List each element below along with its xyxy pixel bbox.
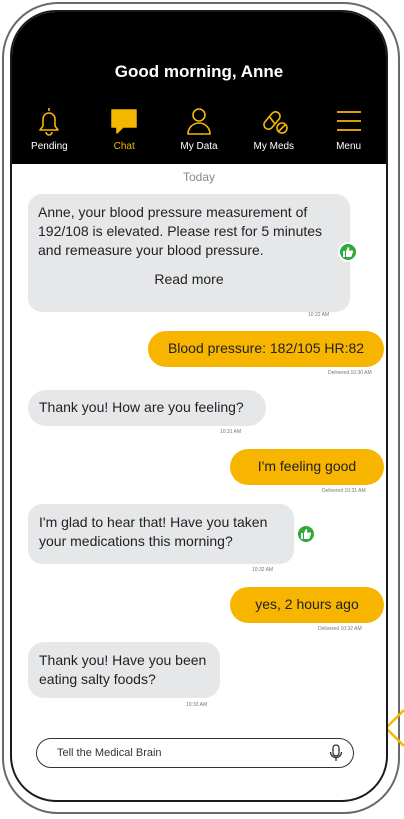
nav-label-chat: Chat [113, 141, 135, 152]
chat-area[interactable]: Today Anne, your blood pressure measurem… [12, 164, 386, 724]
message-text: I'm feeling good [257, 458, 357, 474]
message-text: yes, 2 hours ago [255, 596, 359, 612]
message-timestamp: 10:22 AM [308, 312, 330, 318]
user-message: Blood pressure: 182/105 HR:82 [148, 331, 384, 367]
read-more-link[interactable]: Read more [38, 270, 340, 289]
greeting-title: Good morning, Anne [114, 62, 284, 81]
bot-message: Thank you! How are you feeling? [28, 390, 266, 426]
message-timestamp: 10:33 AM [186, 702, 208, 708]
nav-item-chat[interactable]: Chat [87, 104, 162, 162]
nav-item-pending[interactable]: Pending [12, 104, 87, 162]
menu-icon [336, 111, 361, 131]
user-message: I'm feeling good [230, 449, 384, 485]
nav-label-my-meds: My Meds [253, 141, 295, 152]
message-text: Thank you! How are you feeling? [39, 399, 244, 415]
app-header: Good morning, Anne Pending Chat My Data … [12, 12, 386, 164]
bell-icon [39, 108, 60, 136]
pills-icon [262, 110, 288, 134]
message-text: Blood pressure: 182/105 HR:82 [167, 340, 365, 356]
nav-item-my-meds[interactable]: My Meds [236, 104, 311, 162]
message-input-box [36, 738, 354, 768]
message-input[interactable] [57, 744, 307, 762]
nav-bar: Pending Chat My Data My Meds Menu [12, 104, 386, 162]
nav-item-my-data[interactable]: My Data [162, 104, 237, 162]
bot-message: I'm glad to hear that! Have you taken yo… [28, 504, 294, 564]
nav-label-pending: Pending [31, 141, 68, 152]
nav-label-menu: Menu [336, 141, 362, 152]
day-label: Today [182, 170, 216, 184]
bot-message: Thank you! Have you been eating salty fo… [28, 642, 220, 698]
phone-screen: Good morning, Anne Pending Chat My Data … [10, 10, 388, 802]
message-timestamp: Delivered 10:32 AM [318, 626, 362, 632]
chat-bubble-icon [111, 109, 137, 134]
user-message: yes, 2 hours ago [230, 587, 384, 623]
nav-label-my-data: My Data [180, 141, 218, 152]
microphone-icon[interactable] [329, 744, 343, 762]
bot-message: Anne, your blood pressure measurement of… [28, 194, 350, 312]
message-timestamp: 10:32 AM [252, 567, 274, 573]
message-timestamp: Delivered 10:30 AM [328, 370, 372, 376]
message-text: I'm glad to hear that! Have you taken yo… [39, 514, 268, 549]
thumbs-up-icon[interactable] [296, 524, 316, 544]
nav-item-menu[interactable]: Menu [311, 104, 386, 162]
person-icon [187, 108, 211, 135]
message-timestamp: Delivered 10:31 AM [322, 488, 366, 494]
thumbs-up-icon[interactable] [338, 242, 358, 262]
message-text: Thank you! Have you been eating salty fo… [39, 652, 207, 687]
message-text: Anne, your blood pressure measurement of… [38, 204, 323, 258]
message-timestamp: 10:31 AM [220, 429, 242, 435]
